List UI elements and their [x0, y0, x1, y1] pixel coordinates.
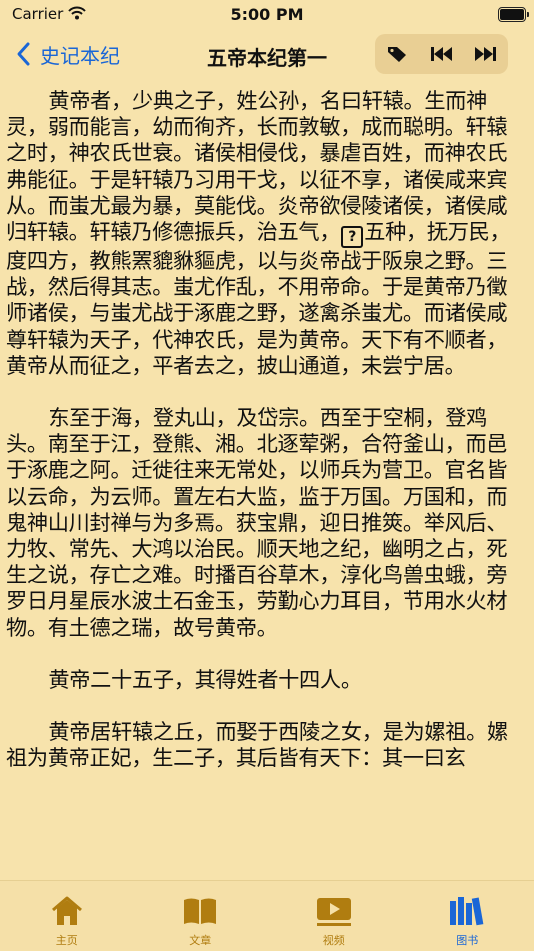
tab-label: 主页	[56, 932, 78, 948]
tab-label: 文章	[189, 932, 211, 948]
paragraph: 东至于海，登丸山，及岱宗。西至于空桐，登鸡头。南至于江，登熊、湘。北逐荤粥，合符…	[6, 405, 528, 641]
tab-label: 视频	[323, 932, 345, 948]
skip-forward-icon	[474, 45, 498, 63]
library-icon	[449, 893, 485, 929]
back-button[interactable]: 史记本纪	[14, 39, 120, 69]
next-chapter-button[interactable]	[468, 37, 504, 71]
bookmark-tag-button[interactable]	[379, 37, 415, 71]
paragraph: 黄帝居轩辕之丘，而娶于西陵之女，是为嫘祖。嫘祖为黄帝正妃，生二子，其后皆有天下：…	[6, 719, 528, 771]
chapter-text: 黄帝者，少典之子，姓公孙，名曰轩辕。生而神灵，弱而能言，幼而徇齐，长而敦敏，成而…	[6, 88, 528, 878]
paragraph: 黄帝者，少典之子，姓公孙，名曰轩辕。生而神灵，弱而能言，幼而徇齐，长而敦敏，成而…	[6, 88, 528, 379]
back-button-label: 史记本纪	[40, 40, 120, 69]
tab-bar: 主页 文章 视频 图书	[0, 880, 534, 951]
previous-chapter-button[interactable]	[423, 37, 459, 71]
tag-icon	[386, 44, 408, 64]
video-icon	[316, 893, 352, 929]
skip-back-icon	[429, 45, 453, 63]
reader-toolbar	[375, 34, 508, 74]
status-bar: Carrier 5:00 PM	[0, 0, 534, 30]
tab-home[interactable]: 主页	[0, 881, 134, 951]
paragraph: 黄帝二十五子，其得姓者十四人。	[6, 667, 528, 693]
tab-video[interactable]: 视频	[267, 881, 401, 951]
battery-icon	[498, 7, 526, 22]
home-icon	[49, 893, 85, 929]
tab-library[interactable]: 图书	[401, 881, 534, 951]
clock: 5:00 PM	[0, 5, 534, 24]
navigation-bar: 史记本纪 五帝本纪第一	[0, 30, 534, 80]
missing-glyph-icon: ?	[341, 226, 363, 248]
tab-label: 图书	[456, 932, 478, 948]
tab-articles[interactable]: 文章	[134, 881, 268, 951]
chevron-left-icon	[14, 41, 34, 67]
book-icon	[182, 893, 218, 929]
